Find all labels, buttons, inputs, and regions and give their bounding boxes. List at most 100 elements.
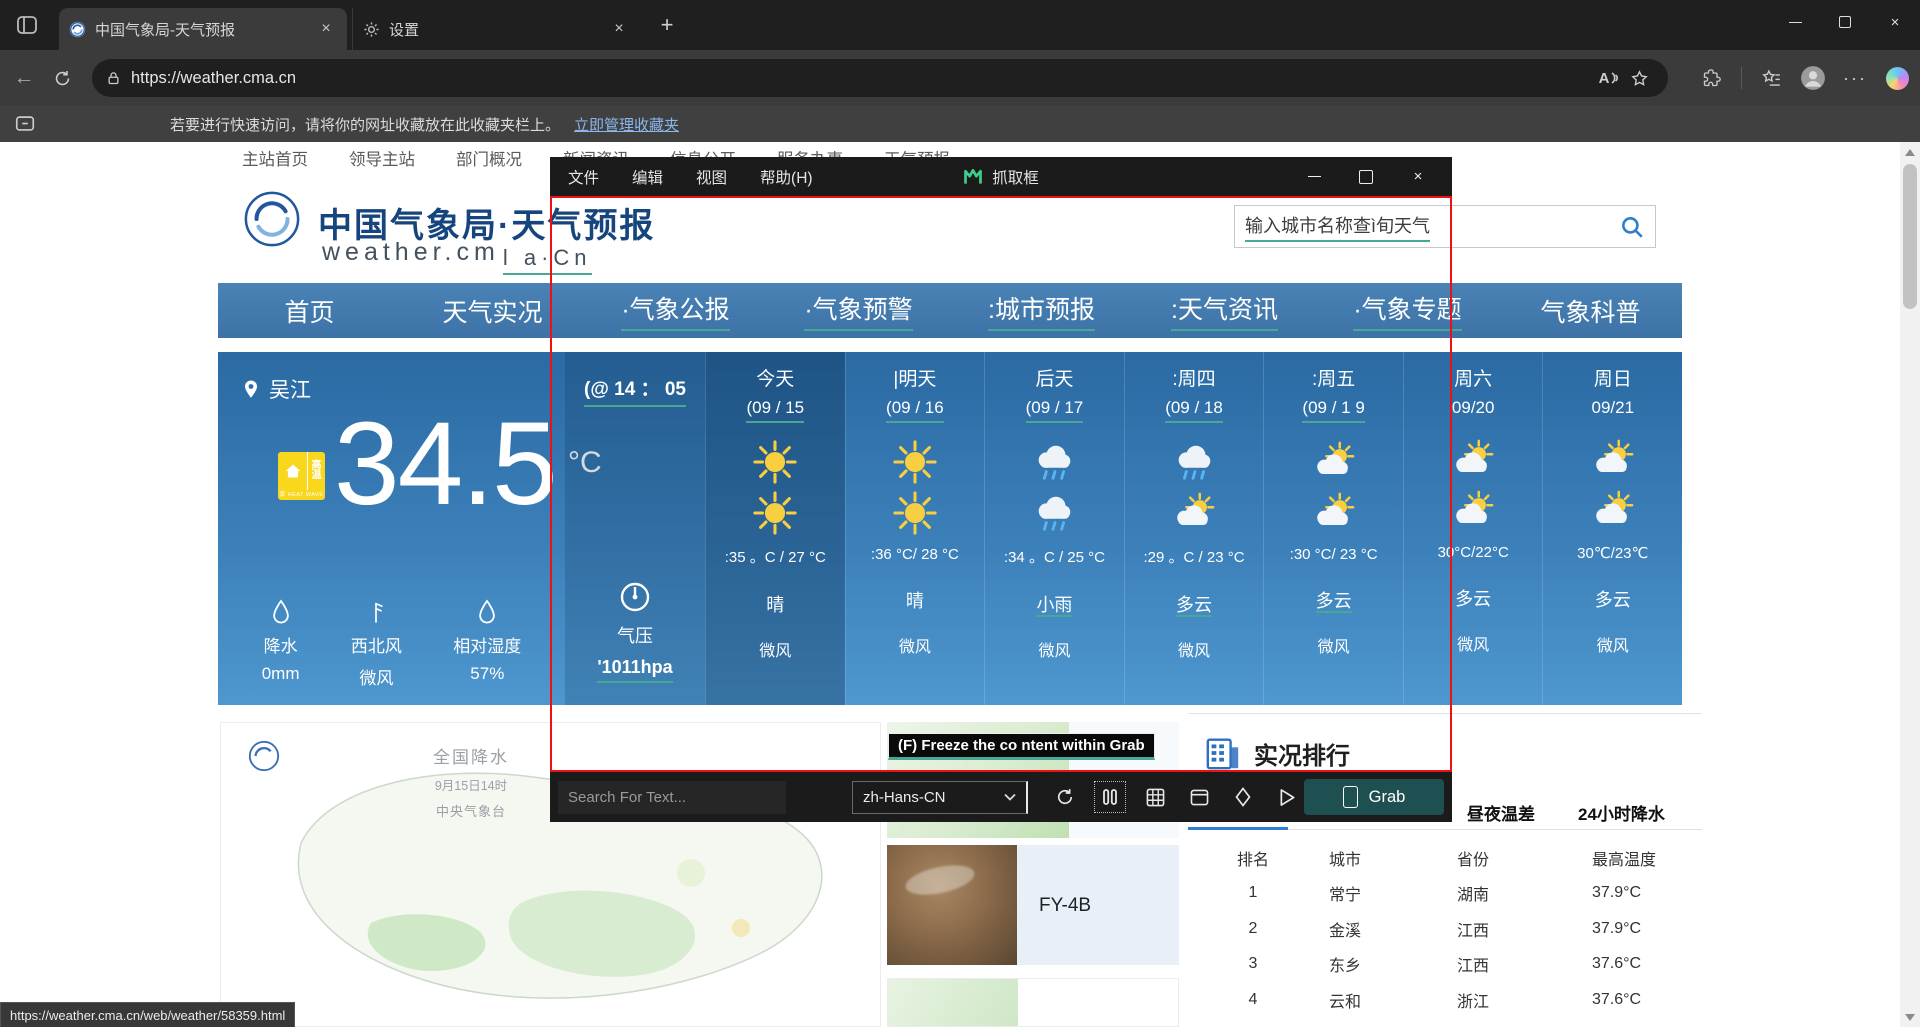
location[interactable]: 吴江 (242, 374, 311, 404)
tab-24h-precip[interactable]: 24小时降水 (1578, 800, 1665, 825)
nav-special-topics[interactable]: ·气象专题 (1316, 283, 1499, 338)
read-aloud-button[interactable]: A (1594, 63, 1624, 93)
nav-science[interactable]: 气象科普 (1499, 283, 1682, 338)
address-bar[interactable]: https://weather.cma.cn A (92, 59, 1668, 97)
tab-day-night-range[interactable]: 昼夜温差 (1467, 800, 1535, 825)
favorites-hub-button[interactable] (1758, 65, 1784, 91)
nav-current-weather[interactable]: 天气实况 (401, 283, 584, 338)
top-link[interactable]: 领导主站 (349, 146, 415, 170)
wind-barb-icon (366, 599, 386, 625)
top-link[interactable]: 部门概况 (456, 146, 522, 170)
site-logo-subtitle: weather.cml a·Cn (322, 238, 592, 270)
partly-cloudy-icon (1590, 437, 1636, 483)
table-row[interactable]: 1 常宁 湖南 37.9°C (1188, 876, 1702, 912)
tab-weather-cma[interactable]: 中国气象局-天气预报 × (59, 8, 347, 50)
grab-window-controls: × (1288, 157, 1444, 196)
sun-icon (892, 439, 938, 485)
wind-stat: 西北风微风 (351, 599, 402, 689)
refresh-button[interactable] (48, 64, 76, 92)
search-icon[interactable] (1619, 214, 1645, 240)
back-button[interactable]: ← (10, 64, 38, 92)
menu-file[interactable]: 文件 (568, 166, 599, 188)
city-search-placeholder: 输入城市名称查ì旬天气 (1245, 212, 1430, 242)
phone-icon (1343, 786, 1358, 808)
top-link[interactable]: 主站首页 (242, 146, 308, 170)
window-close-button[interactable]: × (1870, 0, 1920, 44)
partly-cloudy-icon (1590, 488, 1636, 534)
page-scrollbar[interactable] (1900, 142, 1920, 1027)
url-text[interactable]: https://weather.cma.cn (131, 69, 1594, 88)
nav-weather-news[interactable]: :天气资讯 (1133, 283, 1316, 338)
workspaces-icon[interactable] (12, 12, 42, 38)
current-temperature: 34.5 (334, 396, 556, 532)
play-icon[interactable] (1272, 782, 1302, 812)
precipitation-map-card[interactable]: 全国降水 9月15日14时 中央气象台 (220, 722, 881, 1027)
manage-favorites-link[interactable]: 立即管理收藏夹 (574, 114, 679, 135)
freeze-pause-icon[interactable] (1094, 781, 1126, 813)
tab-settings[interactable]: 设置 × (352, 8, 640, 50)
nav-warning[interactable]: ·气象预警 (767, 283, 950, 338)
grid-icon[interactable] (1140, 782, 1170, 812)
forecast-col-sunday[interactable]: 周日 09/21 30℃/23℃ 多云 微风 (1542, 352, 1682, 705)
nav-bulletin[interactable]: ·气象公报 (584, 283, 767, 338)
ranking-building-icon (1204, 734, 1242, 772)
language-dropdown[interactable]: zh-Hans-CN (852, 781, 1028, 814)
tab-close-icon[interactable]: × (315, 18, 337, 40)
next-thumbnail-card[interactable] (887, 978, 1179, 1027)
partly-cloudy-icon (1311, 490, 1357, 536)
ranking-table: 排名 城市 省份 最高温度 1 常宁 湖南 37.9°C 2 金溪 江西 37.… (1188, 840, 1702, 1027)
table-row[interactable]: 4 云和 浙江 37.6°C (1188, 982, 1702, 1018)
extensions-button[interactable] (1699, 65, 1725, 91)
forecast-col-tomorrow[interactable]: |明天 (09 / 16 :36 °C/ 28 °C 晴 微风 (845, 352, 985, 705)
heat-wave-warning-badge[interactable]: 高温 黄 HEAT WAVE (278, 452, 325, 500)
ranking-table-header: 排名 城市 省份 最高温度 (1188, 840, 1702, 876)
window-minimize-button[interactable] (1770, 0, 1820, 44)
settings-more-button[interactable]: ··· (1842, 65, 1868, 91)
forecast-col-thursday[interactable]: :周四 (09 / 18 :29 。C / 23 °C 多云 微风 (1124, 352, 1264, 705)
cma-favicon (69, 21, 86, 38)
forecast-col-day3[interactable]: 后天 (09 / 17 :34 。C / 25 °C 小雨 微风 (984, 352, 1124, 705)
screen: 中国气象局-天气预报 × 设置 × + × ← https://weather.… (0, 0, 1920, 1027)
satellite-card[interactable]: FY-4B (887, 845, 1179, 965)
window-frame-icon[interactable] (1184, 782, 1214, 812)
new-tab-button[interactable]: + (652, 10, 682, 40)
grab-close-button[interactable]: × (1392, 157, 1444, 196)
scroll-down-icon[interactable] (1900, 1007, 1920, 1027)
city-search-input[interactable]: 输入城市名称查ì旬天气 (1234, 205, 1656, 248)
window-restore-button[interactable] (1820, 0, 1870, 44)
workspaces-icon (17, 16, 37, 34)
table-row[interactable]: 3 东乡 江西 37.6°C (1188, 947, 1702, 983)
profile-avatar[interactable] (1800, 65, 1826, 91)
partly-cloudy-icon (1311, 439, 1357, 485)
menu-help[interactable]: 帮助(H) (760, 166, 813, 188)
resize-diamond-icon[interactable] (1228, 782, 1258, 812)
chevron-down-icon (1004, 793, 1016, 801)
window-controls: × (1770, 0, 1920, 44)
precipitation-stat: 降水0mm (262, 599, 300, 689)
copilot-button[interactable] (1884, 65, 1910, 91)
nav-city-forecast[interactable]: :城市预报 (950, 283, 1133, 338)
forecast-col-saturday[interactable]: 周六 09/20 30°C/22°C 多云 微风 (1403, 352, 1543, 705)
live-ranking-panel: 实况排行 昼夜温差 24小时降水 排名 城市 省份 最高温度 1 常宁 湖南 3… (1188, 713, 1702, 1027)
satellite-label: FY-4B (1039, 895, 1091, 917)
menu-view[interactable]: 视图 (696, 166, 727, 188)
refresh-icon[interactable] (1050, 782, 1080, 812)
table-row[interactable]: 5 (1188, 1018, 1702, 1027)
tab-close-icon[interactable]: × (608, 18, 630, 40)
forecast-col-friday[interactable]: :周五 (09 / 1 9 :30 °C/ 23 °C 多云 微风 (1263, 352, 1403, 705)
grab-minimize-button[interactable] (1288, 157, 1340, 196)
table-row[interactable]: 2 金溪 江西 37.9°C (1188, 911, 1702, 947)
scrollbar-thumb[interactable] (1903, 164, 1917, 309)
forecast-col-today[interactable]: 今天 (09 / 15 :35 。C / 27 °C 晴 微风 (705, 352, 845, 705)
grab-maximize-button[interactable] (1340, 157, 1392, 196)
grab-search-input[interactable] (558, 781, 786, 814)
nav-home[interactable]: 首页 (218, 283, 401, 338)
grab-window-titlebar[interactable]: 文件 编辑 视图 帮助(H) 抓取框 × (550, 157, 1452, 196)
monitor-icon (14, 113, 36, 135)
grab-button[interactable]: Grab (1304, 779, 1444, 815)
heat-wave-icon (278, 452, 308, 490)
favorite-star-button[interactable] (1624, 63, 1654, 93)
scroll-up-icon[interactable] (1900, 142, 1920, 162)
location-pin-icon (242, 378, 260, 401)
menu-edit[interactable]: 编辑 (632, 166, 663, 188)
